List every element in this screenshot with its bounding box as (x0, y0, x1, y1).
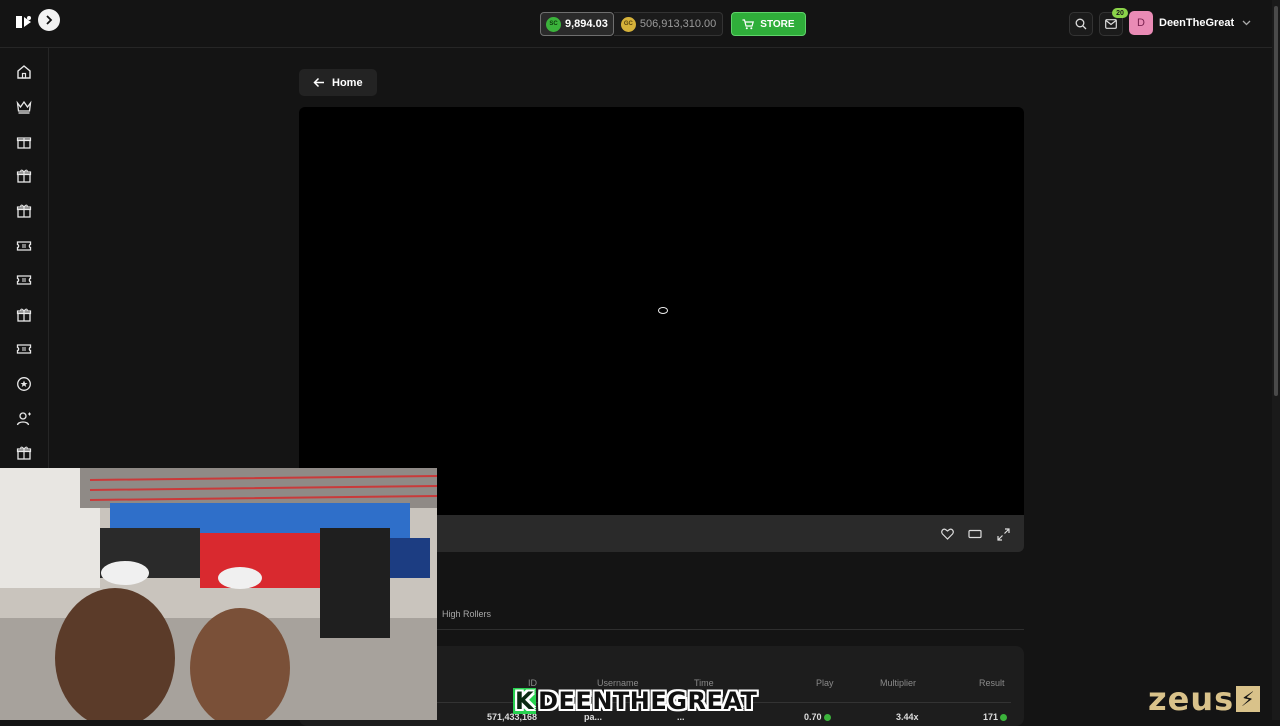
top-bar: SC 9,894.03 GC 506,913,310.00 STORE 20 D… (0, 0, 1272, 48)
sidebar-item-coupons[interactable] (14, 339, 34, 359)
gc-coin-icon: GC (620, 16, 636, 32)
gc-balance: 506,913,310.00 (639, 18, 717, 30)
sc-balance: 9,894.03 (565, 18, 608, 30)
wallet: SC 9,894.03 GC 506,913,310.00 STORE (540, 12, 806, 36)
back-home-button[interactable]: Home (299, 69, 377, 96)
heart-icon (940, 528, 954, 540)
scrollbar-thumb[interactable] (1274, 6, 1278, 396)
mail-icon (1105, 19, 1117, 29)
streamer-name-overlay: K DEENTHEGREAT (513, 688, 757, 714)
sidebar-item-vip[interactable] (14, 97, 34, 117)
home-icon (17, 65, 31, 79)
gift-icon (16, 169, 32, 183)
username: DeenTheGreat (1159, 17, 1235, 29)
avatar: D (1129, 11, 1153, 35)
sidebar-item-account[interactable] (14, 409, 34, 429)
gift-icon (16, 308, 32, 322)
row-result-value: 171 (983, 712, 999, 722)
row-play-value: 0.70 (804, 712, 822, 722)
sidebar-item-favorites[interactable] (14, 374, 34, 394)
search-button[interactable] (1069, 12, 1093, 36)
gc-balance-selector[interactable]: GC 506,913,310.00 (613, 12, 724, 36)
row-play: 0.70 (804, 712, 831, 722)
store-button[interactable]: STORE (731, 12, 806, 36)
sc-coin-icon (823, 714, 831, 722)
user-icon (16, 412, 31, 426)
column-header-play: Play (816, 678, 834, 688)
theater-mode-button[interactable] (967, 526, 983, 542)
sidebar-item-more-gifts[interactable] (14, 443, 34, 463)
crown-icon (16, 100, 32, 114)
sc-coin-icon: SC (546, 16, 561, 32)
mail-count-badge: 20 (1112, 8, 1128, 18)
theater-icon (968, 529, 982, 539)
ticket-icon (16, 241, 32, 251)
star-badge-icon (17, 377, 31, 391)
expand-icon (996, 527, 1010, 541)
column-header-result: Result (979, 678, 1005, 688)
sidebar-item-gifts[interactable] (14, 305, 34, 325)
search-icon (1075, 18, 1087, 30)
sidebar-item-home[interactable] (14, 62, 34, 82)
sidebar-item-raffles[interactable] (14, 270, 34, 290)
sidebar-toggle-button[interactable] (38, 9, 60, 31)
user-menu[interactable]: D DeenTheGreat (1129, 11, 1251, 35)
gift-icon (16, 204, 32, 218)
lightning-bolt-icon: ⚡ (1236, 686, 1261, 712)
tab-high-rollers[interactable]: High Rollers (442, 609, 491, 619)
favorite-button[interactable] (939, 526, 955, 542)
chevron-down-icon (1242, 20, 1251, 26)
ticket-icon (16, 275, 32, 285)
sidebar (0, 48, 49, 468)
cart-icon (742, 18, 755, 29)
zeus-wordmark: zeus (1148, 680, 1235, 718)
kick-badge: K (513, 687, 537, 715)
sidebar-item-promotions[interactable] (14, 166, 34, 186)
zeus-brand-logo: zeus ⚡ (1148, 680, 1261, 718)
ticket-icon (16, 344, 32, 354)
webcam-overlay (0, 468, 437, 720)
sc-balance-selector[interactable]: SC 9,894.03 (540, 12, 614, 36)
row-multiplier: 3.44x (896, 712, 919, 722)
home-label: Home (332, 76, 363, 89)
webcam-video-image (0, 468, 437, 720)
streamer-name: DEENTHEGREAT (538, 687, 758, 715)
loading-spinner (658, 307, 668, 314)
row-result: 171 (983, 712, 1008, 722)
chevron-right-icon (46, 15, 53, 25)
gift-icon (16, 137, 32, 149)
page-scrollbar[interactable] (1272, 0, 1280, 720)
gift-icon (16, 446, 32, 460)
fullscreen-button[interactable] (995, 526, 1011, 542)
site-logo[interactable] (14, 12, 34, 32)
sc-coin-icon (1000, 714, 1008, 722)
column-header-multiplier: Multiplier (880, 678, 917, 688)
sidebar-item-bonus[interactable] (14, 201, 34, 221)
sidebar-item-tickets[interactable] (14, 236, 34, 256)
store-label: STORE (760, 18, 795, 30)
arrow-left-icon (313, 77, 324, 88)
sidebar-item-rewards[interactable] (14, 132, 34, 152)
